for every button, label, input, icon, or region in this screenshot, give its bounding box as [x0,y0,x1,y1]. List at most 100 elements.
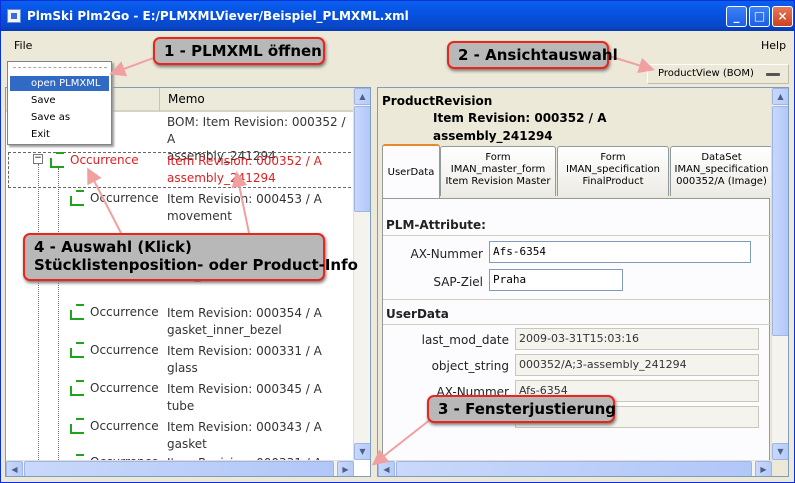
tree-row-memo: Item Revision: 000345 / A tube [167,381,322,415]
tree-row[interactable]: Occurrence Item Revision: 000331 / A gla… [6,342,354,380]
scroll-thumb[interactable] [772,106,788,336]
scroll-up-icon[interactable]: ▲ [354,88,370,105]
tab-form-master[interactable]: Form IMAN_master_form Item Revision Mast… [440,146,556,196]
callout-selection: 4 - Auswahl (Klick) Stücklistenposition-… [23,233,358,281]
memo-line: gasket_inner_bezel [167,323,282,337]
scroll-down-icon[interactable]: ▼ [354,443,370,460]
callout-window-adjust: 3 - Fensterjustierung [427,395,616,423]
tree-horizontal-scrollbar[interactable]: ◀ ▶ [6,460,354,476]
tab-label: Form [485,152,511,163]
occurrence-icon [70,418,84,434]
tree-row-label: Occurrence [90,305,159,319]
scroll-right-icon[interactable]: ▶ [755,461,772,476]
scroll-up-icon[interactable]: ▲ [772,88,788,105]
file-menu-dropdown: open PLMXML Save Save as Exit [7,61,112,145]
tree-row[interactable]: Occurrence Item Revision: 000343 / A gas… [6,418,354,456]
memo-line: Item Revision: 000345 / A [167,382,322,396]
dropdown-handle-icon [766,73,780,76]
tree-row[interactable]: Occurrence Item Revision: 000453 / A mov… [6,190,354,228]
scroll-thumb[interactable] [24,461,334,476]
window-title: PlmSki Plm2Go - E:/PLMXMLViever/Beispiel… [27,9,409,23]
tab-label: IMAN_master_form [450,164,546,175]
detail-subtitle: assembly_241294 [433,129,553,143]
memo-line: movement [167,209,232,223]
divider [383,324,771,325]
occurrence-icon [70,380,84,396]
arrow-1 [109,56,157,77]
tree-pane: Memo w BOM: Item Revision: 000352 / A as… [5,87,371,477]
menu-item-save-as[interactable]: Save as [10,110,109,125]
ax-nummer-field[interactable]: Afs-6354 [489,241,751,263]
last-mod-date-field[interactable]: 2009-03-31T15:03:16 [515,328,759,350]
tree-row[interactable]: Occurrence Item Revision: 000345 / A tub… [6,380,354,418]
memo-line: Item Revision: 000453 / A [167,192,322,206]
minimize-button[interactable]: _ [726,6,747,27]
scroll-thumb[interactable] [396,461,752,476]
tree-row-memo: Item Revision: 000331 / A glass [167,343,322,377]
menu-bar: File Help [1,31,794,59]
tab-label: Item Revision Master [445,176,551,187]
menu-help[interactable]: Help [761,39,786,52]
detail-subtitle: Item Revision: 000352 / A [433,111,607,125]
scroll-right-icon[interactable]: ▶ [337,461,354,476]
tree-row[interactable]: Occurrence Item Revision: 000354 / A gas… [6,304,354,342]
sap-ziel-field[interactable]: Praha [489,269,623,291]
menu-file[interactable]: File [14,39,32,52]
tab-form-specification[interactable]: Form IMAN_specification FinalProduct [557,146,669,196]
column-header-memo[interactable]: Memo [160,88,354,112]
memo-line: Item Revision: 000331 / A [167,344,322,358]
tab-label: IMAN_specification [566,164,660,175]
tree-row-memo: Item Revision: 000352 / A assembly_24129… [167,153,322,187]
title-bar[interactable]: PlmSki Plm2Go - E:/PLMXMLViever/Beispiel… [1,1,794,31]
menu-item-save[interactable]: Save [10,93,109,108]
memo-line: tube [167,399,195,413]
memo-line: gasket [167,437,207,451]
menu-item-exit[interactable]: Exit [10,127,109,142]
scroll-thumb[interactable] [354,106,370,212]
field-label: SAP-Ziel [433,275,483,289]
close-button[interactable]: × [772,6,793,27]
tab-label: FinalProduct [582,176,644,187]
tree-vertical-scrollbar[interactable]: ▲ ▼ [353,88,370,460]
callout-open-plmxml: 1 - PLMXML öffnen [153,37,325,65]
callout-view-selection: 2 - Ansichtauswahl [447,41,618,69]
app-icon [7,9,21,23]
scroll-left-icon[interactable]: ◀ [6,461,23,476]
memo-line: BOM: Item Revision: 000352 / A [167,115,346,146]
maximize-button[interactable]: □ [749,6,770,27]
tree-row-label: Occurrence [90,419,159,433]
object-string-field[interactable]: 000352/A;3-assembly_241294 [515,354,759,376]
memo-line: Item Revision: 000354 / A [167,306,322,320]
view-select[interactable]: ProductView (BOM) [647,64,789,84]
tree-row-memo: Item Revision: 000453 / A movement [167,191,322,225]
memo-line: Item Revision: 000343 / A [167,420,322,434]
view-select-value: ProductView (BOM) [658,68,754,79]
occurrence-icon [50,152,64,168]
tab-label: 000352/A (Image) [676,176,767,187]
tree-row-memo: Item Revision: 000354 / A gasket_inner_b… [167,305,322,339]
occurrence-icon [70,342,84,358]
scroll-left-icon[interactable]: ◀ [378,461,395,476]
field-label: object_string [431,359,509,373]
tree-row-selected[interactable]: Occurrence Item Revision: 000352 / A ass… [6,152,354,190]
callout-line: 4 - Auswahl (Klick) [34,238,192,256]
occurrence-icon [70,304,84,320]
detail-vertical-scrollbar[interactable]: ▲ ▼ [771,88,788,460]
menu-tearoff [13,67,107,68]
field-label: last_mod_date [421,333,509,347]
menu-item-open-plmxml[interactable]: open PLMXML [10,76,109,91]
memo-line: glass [167,361,198,375]
detail-horizontal-scrollbar[interactable]: ◀ ▶ [378,460,772,476]
scroll-down-icon[interactable]: ▼ [772,443,788,460]
tree-row-label: Occurrence [90,343,159,357]
tree-row-label: Occurrence [70,153,139,167]
tab-panel-userdata: PLM-Attribute: AX-Nummer Afs-6354 SAP-Zi… [382,198,771,476]
occurrence-icon [70,190,84,206]
application-window: PlmSki Plm2Go - E:/PLMXMLViever/Beispiel… [0,0,795,483]
tab-label: DataSet [701,152,742,163]
tab-label: IMAN_specification [674,164,769,175]
tree-row-label: Occurrence [90,191,159,205]
tab-label: UserData [387,167,435,178]
tab-userdata[interactable]: UserData [382,144,440,198]
tab-dataset[interactable]: DataSet IMAN_specification 000352/A (Ima… [670,146,773,196]
